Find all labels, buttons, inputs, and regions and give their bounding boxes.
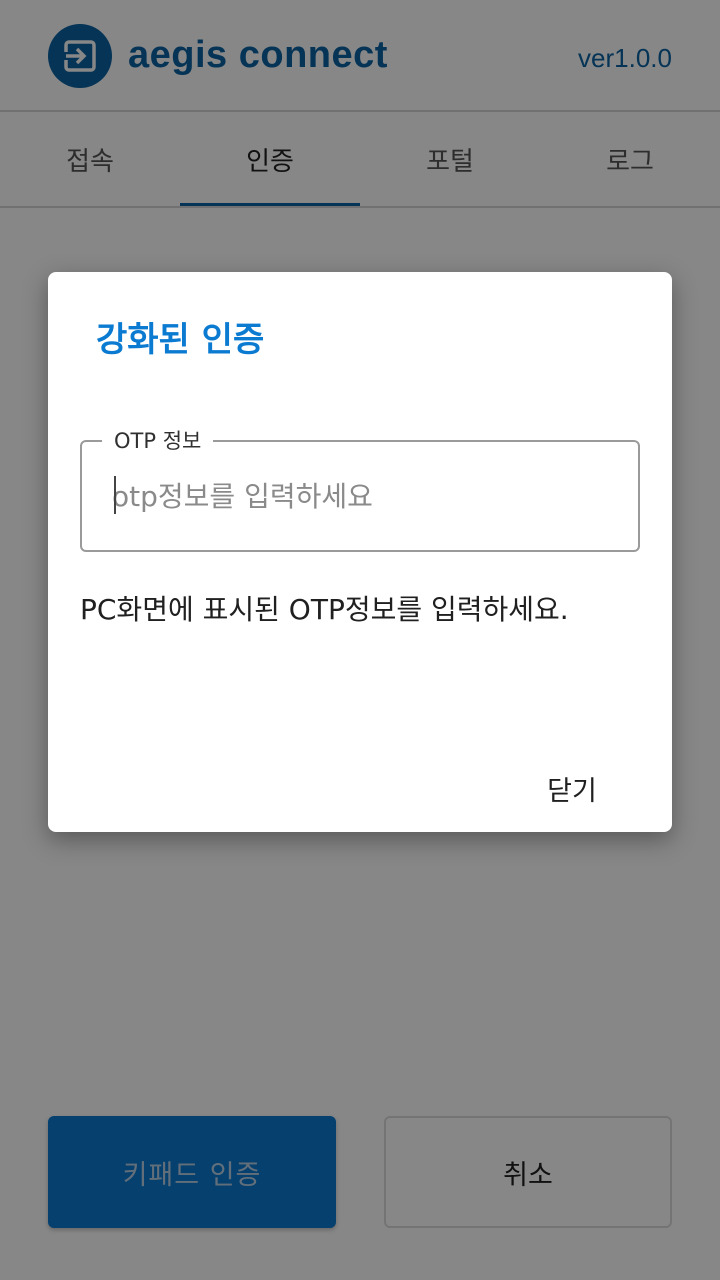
- close-button[interactable]: 닫기: [500, 762, 644, 814]
- otp-field: OTP 정보: [80, 426, 640, 552]
- otp-input[interactable]: [112, 468, 612, 524]
- dialog-title: 강화된 인증: [96, 320, 265, 360]
- text-caret: [114, 476, 116, 514]
- otp-field-label: OTP 정보: [102, 426, 214, 456]
- dialog-message: PC화면에 표시된 OTP정보를 입력하세요.: [80, 593, 569, 626]
- enhanced-auth-dialog: 강화된 인증 OTP 정보 PC화면에 표시된 OTP정보를 입력하세요. 닫기: [48, 272, 672, 832]
